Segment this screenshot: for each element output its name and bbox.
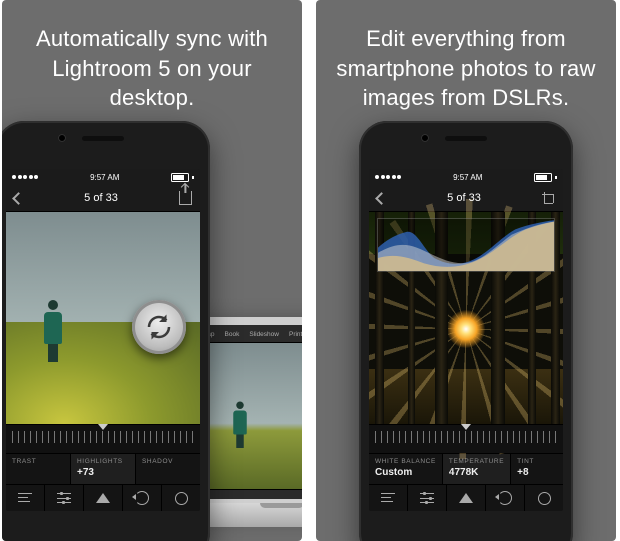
- tab-book[interactable]: Book: [225, 331, 240, 338]
- phone-camera-icon: [421, 134, 429, 142]
- chevron-left-icon: [375, 192, 388, 205]
- adjustment-ruler[interactable]: [6, 424, 200, 453]
- bottom-toolbar: [369, 484, 563, 511]
- sliders-icon: [57, 493, 71, 503]
- headline: Edit everything from smartphone photos t…: [316, 24, 616, 113]
- crop-button[interactable]: [542, 192, 555, 205]
- chevron-left-icon: [12, 192, 25, 205]
- tool-filters[interactable]: [84, 485, 123, 511]
- tab-print[interactable]: Print: [289, 331, 302, 338]
- status-time: 9:57 AM: [90, 173, 119, 182]
- circle-icon: [175, 492, 188, 505]
- triangle-icon: [459, 493, 473, 503]
- tool-filters[interactable]: [447, 485, 486, 511]
- phone-earpiece-icon: [82, 136, 124, 141]
- list-icon: [18, 493, 32, 503]
- headline: Automatically sync with Lightroom 5 on y…: [2, 24, 302, 113]
- ios-status-bar: 9:57 AM: [6, 169, 200, 185]
- tool-more[interactable]: [162, 485, 200, 511]
- sliders-icon: [420, 493, 434, 503]
- tool-adjust[interactable]: [408, 485, 447, 511]
- share-button[interactable]: [179, 191, 192, 205]
- ios-status-bar: 9:57 AM: [369, 169, 563, 185]
- tool-presets[interactable]: [6, 485, 45, 511]
- param-highlights[interactable]: HIGHLIGHTS +73: [71, 454, 136, 484]
- param-shadows[interactable]: SHADOV: [136, 454, 200, 484]
- back-button[interactable]: [377, 194, 386, 203]
- circle-icon: [538, 492, 551, 505]
- sync-icon: [144, 312, 174, 342]
- tool-adjust[interactable]: [45, 485, 84, 511]
- phone-camera-icon: [58, 134, 66, 142]
- param-temperature[interactable]: TEMPERATURE 4778K: [443, 454, 511, 484]
- param-tint[interactable]: TINT +8: [511, 454, 563, 484]
- bottom-toolbar: [6, 484, 200, 511]
- param-white-balance[interactable]: WHITE BALANCE Custom: [369, 454, 443, 484]
- share-icon: [179, 191, 192, 205]
- adjustment-params: TRAST HIGHLIGHTS +73 SHADOV: [6, 453, 200, 484]
- ruler-caret-icon: [98, 424, 108, 430]
- signal-icon: [375, 175, 401, 179]
- triangle-icon: [96, 493, 110, 503]
- lightroom-mobile-screen: 9:57 AM 5 of 33: [369, 169, 563, 511]
- photo-counter: 5 of 33: [84, 192, 118, 204]
- photo-preview[interactable]: [369, 212, 563, 424]
- param-contrast[interactable]: TRAST: [6, 454, 71, 484]
- iphone-mockup: 9:57 AM 5 of 33: [359, 121, 573, 541]
- tool-reset[interactable]: [486, 485, 525, 511]
- list-icon: [381, 493, 395, 503]
- histogram-overlay: [377, 218, 555, 272]
- promo-panel-sync: Automatically sync with Lightroom 5 on y…: [2, 0, 302, 541]
- phone-earpiece-icon: [445, 136, 487, 141]
- battery-icon: [171, 173, 194, 182]
- status-time: 9:57 AM: [453, 173, 482, 182]
- tool-presets[interactable]: [369, 485, 408, 511]
- promo-panel-edit: Edit everything from smartphone photos t…: [316, 0, 616, 541]
- back-button[interactable]: [14, 194, 23, 203]
- signal-icon: [12, 175, 38, 179]
- reset-icon: [135, 491, 149, 505]
- battery-icon: [534, 173, 557, 182]
- tab-slideshow[interactable]: Slideshow: [249, 331, 279, 338]
- reset-icon: [498, 491, 512, 505]
- app-navbar: 5 of 33: [6, 185, 200, 212]
- sync-badge: [132, 300, 186, 354]
- crop-icon: [542, 192, 555, 205]
- adjustment-ruler[interactable]: [369, 424, 563, 453]
- ruler-caret-icon: [461, 424, 471, 430]
- tool-reset[interactable]: [123, 485, 162, 511]
- tool-more[interactable]: [525, 485, 563, 511]
